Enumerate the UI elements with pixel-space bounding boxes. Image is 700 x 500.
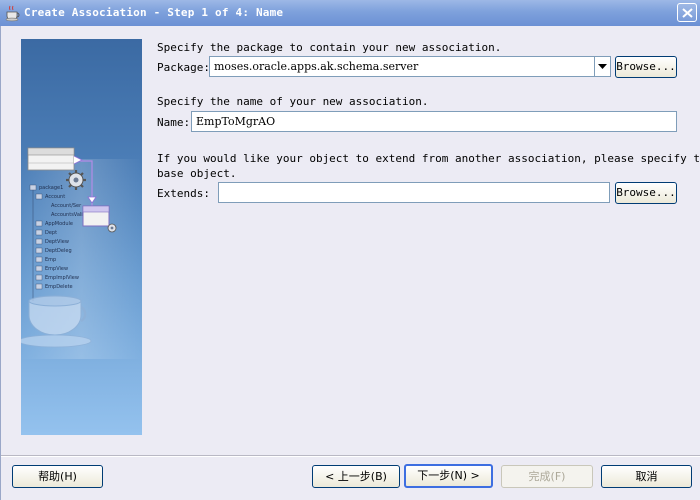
footer-separator — [1, 455, 700, 457]
tree-label: AccountsValid — [51, 212, 86, 218]
tree-label: EmpImplView — [45, 275, 79, 281]
coffee-cup-icon — [4, 4, 22, 22]
tree-label: DeptView — [45, 239, 69, 245]
extends-browse-button[interactable]: Browse... — [615, 182, 677, 204]
package-dropdown-button[interactable] — [594, 57, 610, 76]
name-value: EmpToMgrAO — [196, 115, 276, 128]
package-combobox[interactable]: moses.oracle.apps.ak.schema.server — [209, 56, 611, 77]
entity-icon — [82, 205, 110, 227]
close-icon — [682, 8, 693, 18]
tree-label: Account — [45, 194, 65, 200]
tree-label: AppModule — [45, 221, 73, 227]
name-input[interactable]: EmpToMgrAO — [191, 111, 677, 132]
cancel-button[interactable]: 取消 — [601, 465, 692, 488]
extends-input[interactable] — [218, 182, 610, 203]
extends-instruction-line1: If you would like your object to extend … — [157, 152, 700, 165]
package-label: Package: — [157, 61, 210, 74]
extends-instruction-line2: base object. — [157, 167, 237, 180]
finish-button[interactable]: 完成(F) — [501, 465, 593, 488]
tree-label: EmpDelete — [45, 284, 73, 290]
title-bar[interactable]: Create Association - Step 1 of 4: Name — [0, 0, 700, 26]
window-title: Create Association - Step 1 of 4: Name — [24, 6, 284, 19]
wizard-illustration: package1 Account Account/Ser AccountsVal… — [21, 39, 142, 435]
tree-label: Emp — [45, 257, 56, 263]
package-value: moses.oracle.apps.ak.schema.server — [214, 60, 419, 73]
wizard-content: package1 Account Account/Ser AccountsVal… — [0, 26, 700, 500]
gear-icon — [107, 223, 117, 233]
name-instruction: Specify the name of your new association… — [157, 95, 429, 108]
tree-label: Dept — [45, 230, 57, 236]
help-button[interactable]: 帮助(H) — [12, 465, 103, 488]
tree-label: DeptDeleg — [45, 248, 72, 254]
name-label: Name: — [157, 116, 191, 129]
tree-label: EmpView — [45, 266, 68, 272]
next-button[interactable]: 下一步(N) > — [404, 464, 493, 488]
close-button[interactable] — [677, 3, 697, 22]
tree-label: package1 — [39, 185, 63, 191]
package-browse-button[interactable]: Browse... — [615, 56, 677, 78]
package-instruction: Specify the package to contain your new … — [157, 41, 502, 54]
entity-icon — [27, 147, 75, 171]
gear-icon — [66, 170, 86, 190]
extends-label: Extends: — [157, 187, 210, 200]
back-button[interactable]: < 上一步(B) — [312, 465, 400, 488]
chevron-down-icon — [598, 64, 607, 69]
tree-label: Account/Ser — [51, 203, 82, 209]
